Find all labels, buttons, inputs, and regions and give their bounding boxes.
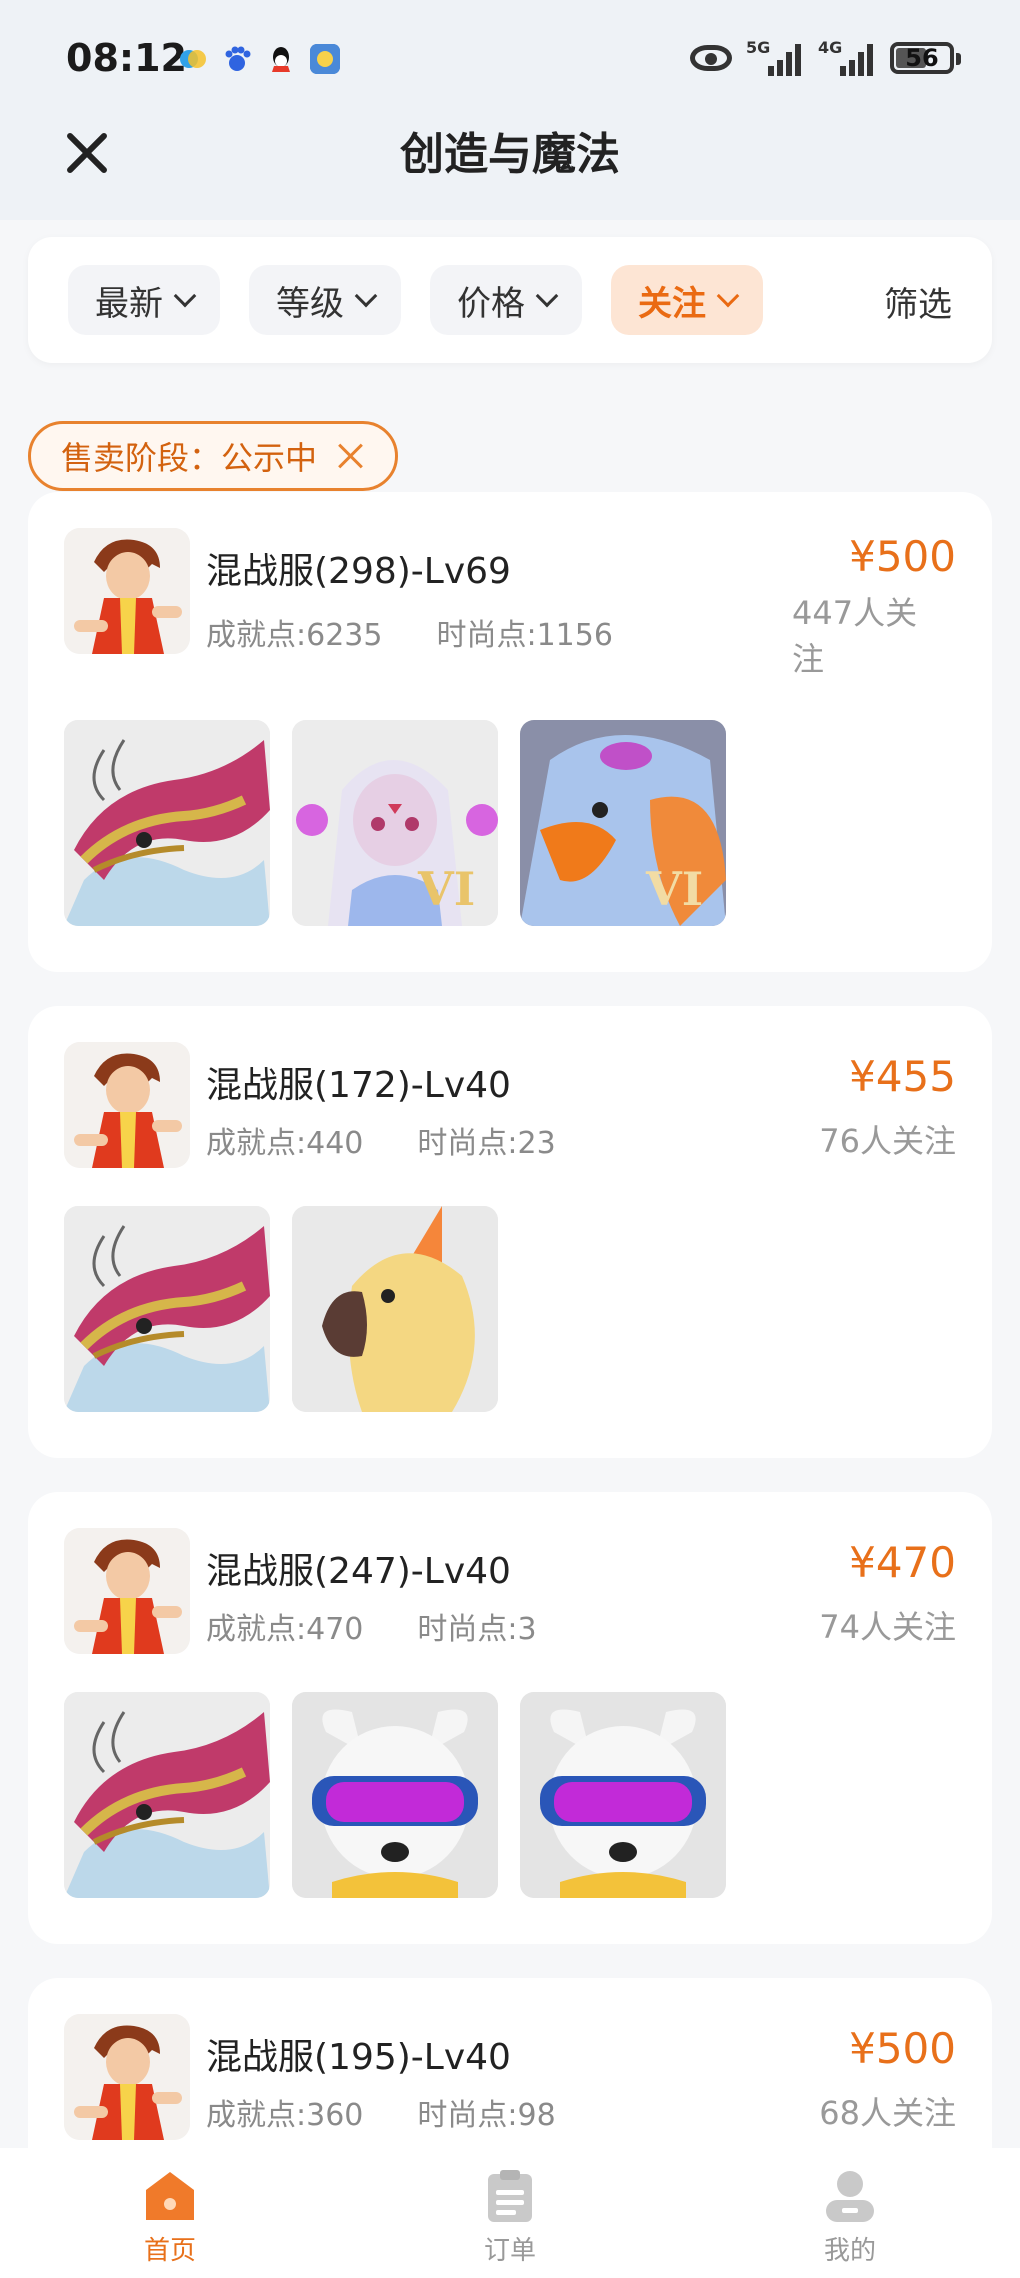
page-header: 创造与魔法 [0,110,1020,220]
baidu-icon [222,44,252,74]
listing-card[interactable]: 混战服(247)-Lv40 成就点:470 时尚点:3 ¥470 74人关注 [28,1492,992,1944]
orders-icon [482,2168,538,2224]
chevron-down-icon [354,284,378,308]
item-thumb[interactable] [292,720,498,926]
listing-price: ¥455 [849,1052,956,1101]
item-thumb[interactable] [64,1206,270,1412]
listing-name: 混战服(172)-Lv40 [206,1065,511,1106]
listing-card[interactable]: 混战服(298)-Lv69 成就点:6235 时尚点:1156 ¥500 447人… [28,492,992,972]
nav-home-label: 首页 [143,2236,196,2266]
sort-chip-label: 最新 [95,283,163,324]
follower-count: 447人关注 [792,594,918,678]
character-avatar [64,2014,190,2140]
achievement-points: 成就点:360 [206,2098,364,2133]
character-avatar [64,1042,190,1168]
listing-name: 混战服(298)-Lv69 [206,551,511,592]
fashion-points: 时尚点:1156 [436,618,613,653]
chevron-down-icon [535,284,559,308]
follower-count: 68人关注 [819,2094,956,2132]
listing-price: ¥500 [849,2024,956,2073]
sort-chip-price[interactable]: 价格 [430,265,582,335]
status-time: 08:12 [66,36,187,80]
bottom-nav: 首页 订单 我的 [0,2148,1020,2278]
nav-profile[interactable]: 我的 [780,2168,920,2267]
achievement-points: 成就点:470 [206,1612,364,1647]
sort-chip-label: 关注 [638,283,706,324]
close-icon[interactable] [337,442,365,470]
listing-stats: 成就点:360 时尚点:98 [206,2090,556,2134]
nav-profile-label: 我的 [823,2236,876,2266]
battery-level: 56 [905,44,939,72]
sort-bar: 最新 等级 价格 关注 筛选 [28,237,992,363]
character-avatar [64,528,190,654]
follower-count: 76人关注 [819,1122,956,1160]
listing-stats: 成就点:440 时尚点:23 [206,1118,556,1162]
listing-card[interactable]: 混战服(172)-Lv40 成就点:440 时尚点:23 ¥455 76人关注 [28,1006,992,1458]
sort-chip-latest[interactable]: 最新 [68,265,220,335]
nav-orders[interactable]: 订单 [440,2168,580,2267]
listing-stats: 成就点:470 时尚点:3 [206,1604,537,1648]
active-filter-tag[interactable]: 售卖阶段：公示中 [28,421,399,491]
item-thumb[interactable] [292,1206,498,1412]
item-thumb[interactable] [64,1692,270,1898]
filter-button[interactable]: 筛选 [884,277,952,326]
achievement-points: 成就点:6235 [206,618,383,653]
fashion-points: 时尚点:98 [417,2098,556,2133]
achievement-points: 成就点:440 [206,1126,364,1161]
listing-price: ¥500 [849,532,956,581]
item-thumb[interactable] [520,720,726,926]
listing-price: ¥470 [849,1538,956,1587]
fashion-points: 时尚点:23 [417,1126,556,1161]
eye-icon [690,45,732,71]
sort-chip-follow[interactable]: 关注 [611,265,763,335]
chevron-down-icon [716,284,740,308]
profile-icon [822,2168,878,2224]
signal-5g-label: 5G [746,38,771,57]
filter-tag-label: 售卖阶段：公示中 [61,439,318,477]
listing-name: 混战服(195)-Lv40 [206,2037,511,2078]
item-thumb[interactable] [520,1692,726,1898]
character-avatar [64,1528,190,1654]
status-bar: 08:12 5G 4G 56 [0,0,1020,120]
signal-5g-icon: 5G [746,38,804,76]
signal-4g-label: 4G [818,38,843,57]
status-right: 5G 4G 56 [690,38,961,76]
fashion-points: 时尚点:3 [417,1612,537,1647]
listing-stats: 成就点:6235 时尚点:1156 [206,610,613,654]
app-icon-1 [178,44,208,74]
battery-icon: 56 [890,42,961,74]
sort-chip-label: 价格 [457,283,525,324]
sort-chip-level[interactable]: 等级 [249,265,401,335]
signal-4g-icon: 4G [818,38,876,76]
nav-home[interactable]: 首页 [100,2168,240,2267]
page-title: 创造与魔法 [400,129,620,180]
follower-count: 74人关注 [819,1608,956,1646]
sort-chip-label: 等级 [276,283,344,324]
item-thumb[interactable] [64,720,270,926]
weather-app-icon [310,44,340,74]
listing-name: 混战服(247)-Lv40 [206,1551,511,1592]
qq-icon [266,44,296,74]
item-thumb[interactable] [292,1692,498,1898]
nav-orders-label: 订单 [483,2236,536,2266]
home-icon [142,2168,198,2224]
chevron-down-icon [173,284,197,308]
